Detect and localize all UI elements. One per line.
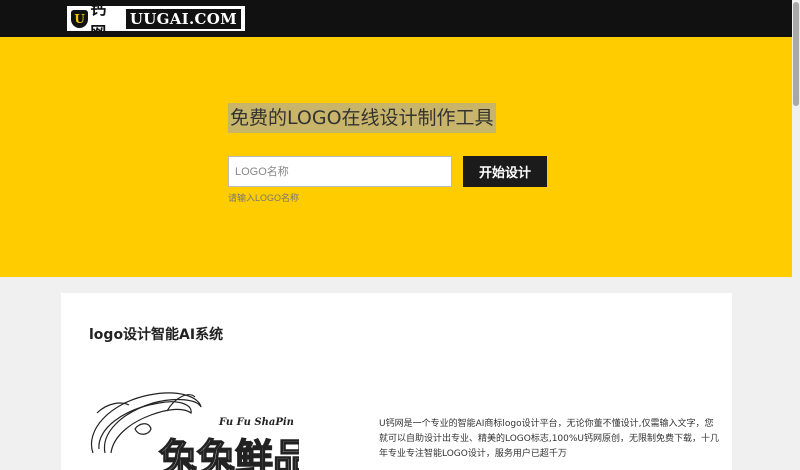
scrollbar-thumb[interactable] <box>793 2 799 106</box>
input-hint: 请输入LOGO名称 <box>228 193 300 203</box>
start-design-button[interactable]: 开始设计 <box>463 156 547 187</box>
section-title: logo设计智能AI系统 <box>89 327 224 343</box>
logo-name-input[interactable] <box>228 156 452 187</box>
hero-banner: 免费的LOGO在线设计制作工具 开始设计 请输入LOGO名称 <box>0 37 792 277</box>
shield-icon: U <box>71 9 89 28</box>
sample-logo-big-text: 兔兔鲜品 <box>159 436 299 470</box>
site-logo[interactable]: U 钙网 UUGAI.COM <box>67 0 245 42</box>
page-scrollbar[interactable] <box>792 0 800 470</box>
sample-logo-image: Fu Fu ShaPin 兔兔鲜品 <box>90 392 299 470</box>
section-description: U钙网是一个专业的智能AI商标logo设计平台，无论你董不懂设计,仅需输入文字，… <box>379 419 720 459</box>
sample-logo-small-text: Fu Fu ShaPin <box>218 417 294 428</box>
hero-title: 免费的LOGO在线设计制作工具 <box>228 103 496 133</box>
intro-card: logo设计智能AI系统 Fu Fu ShaPin 兔兔鲜品 U钙网是一个专业的… <box>61 293 732 470</box>
top-navbar: U 钙网 UUGAI.COM <box>0 0 792 42</box>
logo-domain-text: UUGAI.COM <box>125 8 241 29</box>
